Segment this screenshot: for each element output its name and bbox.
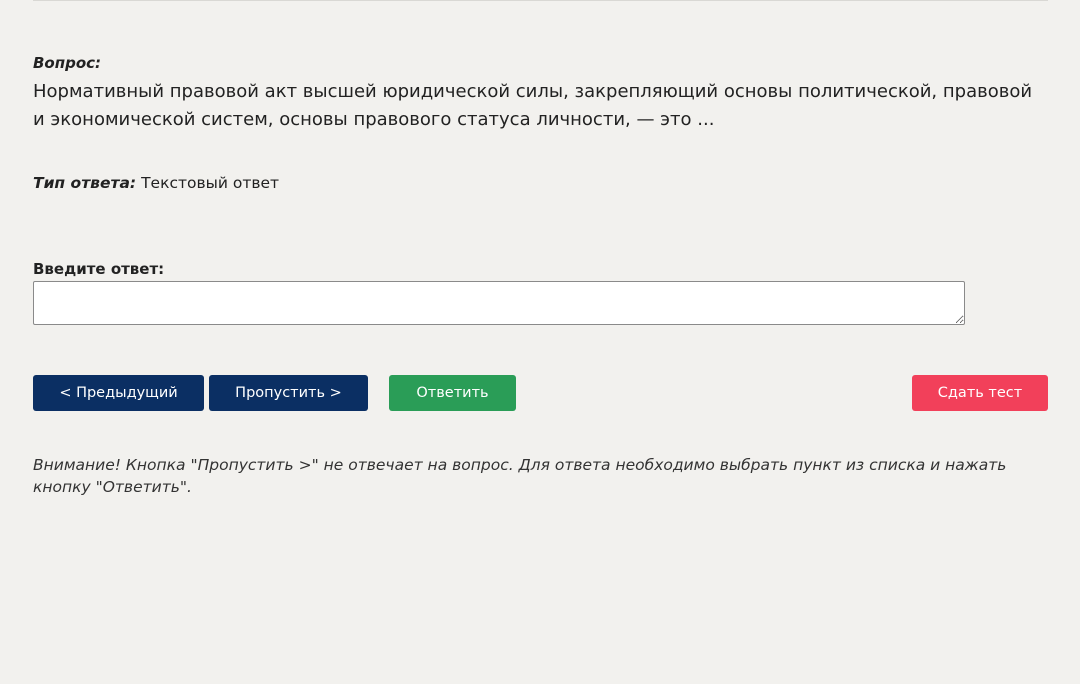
answer-type-label: Тип ответа: bbox=[33, 174, 137, 192]
answer-input[interactable] bbox=[33, 281, 965, 325]
answer-input-label: Введите ответ: bbox=[33, 260, 165, 278]
question-text: Нормативный правовой акт высшей юридичес… bbox=[33, 81, 1033, 130]
question-label: Вопрос: bbox=[33, 54, 102, 72]
previous-button[interactable]: < Предыдущий bbox=[33, 375, 204, 411]
answer-type-value: Текстовый ответ bbox=[141, 174, 280, 192]
skip-button[interactable]: Пропустить > bbox=[209, 375, 368, 411]
top-divider bbox=[33, 0, 1048, 1]
submit-test-button[interactable]: Сдать тест bbox=[912, 375, 1048, 411]
warning-text: Внимание! Кнопка "Пропустить >" не отвеч… bbox=[33, 456, 1007, 496]
answer-button[interactable]: Ответить bbox=[389, 375, 516, 411]
answer-type: Тип ответа: Текстовый ответ bbox=[33, 174, 279, 192]
